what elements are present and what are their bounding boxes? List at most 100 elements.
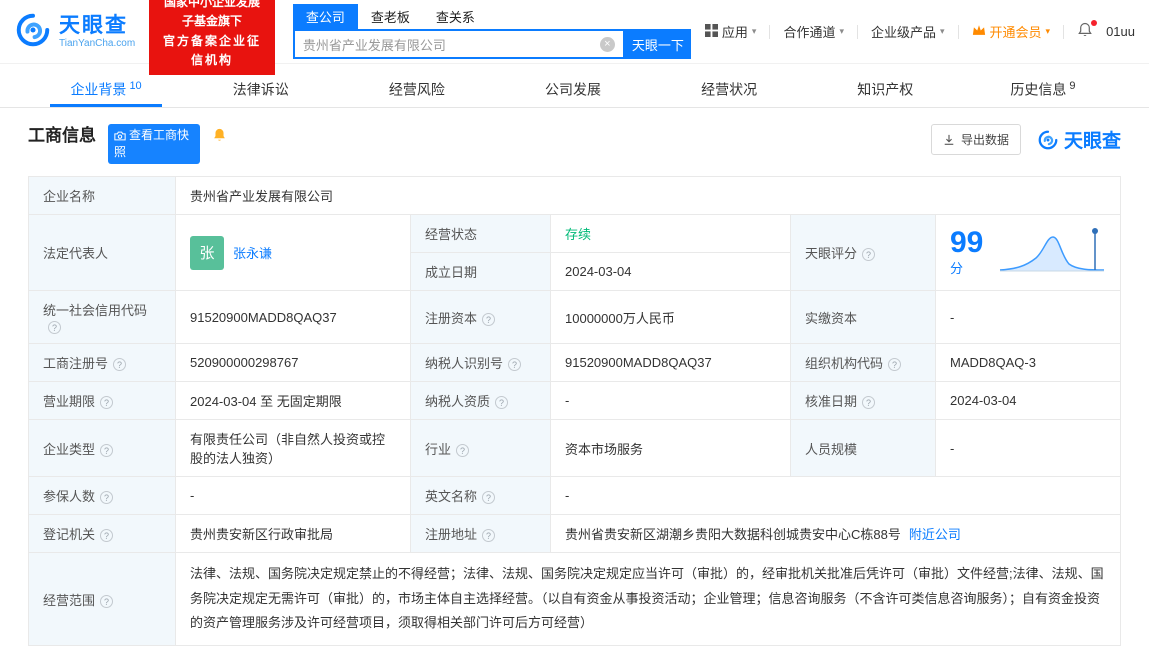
export-data-button[interactable]: 导出数据 xyxy=(930,124,1021,155)
monitor-bell-icon[interactable] xyxy=(212,127,227,146)
help-icon[interactable]: ? xyxy=(113,358,127,371)
field-label: 成立日期 xyxy=(410,252,551,291)
legal-rep-cell: 张 张永谦 xyxy=(175,214,411,291)
table-row: 营业期限? 2024-03-04 至 无固定期限 纳税人资质? - 核准日期? … xyxy=(28,381,1121,420)
tab-label: 企业背景 xyxy=(70,81,127,98)
tab-label: 历史信息 xyxy=(1010,81,1067,98)
help-icon[interactable]: ? xyxy=(100,594,114,608)
export-label: 导出数据 xyxy=(960,133,1009,147)
help-icon[interactable]: ? xyxy=(456,443,470,457)
brand-name: 天眼查 xyxy=(59,14,128,38)
field-label: 经营范围? xyxy=(28,551,176,646)
field-label: 法定代表人 xyxy=(28,214,176,291)
tab-label: 经营状况 xyxy=(701,81,758,98)
table-row: 参保人数? - 英文名称? - xyxy=(28,476,1121,515)
search-tab-relation[interactable]: 查关系 xyxy=(423,4,488,29)
business-snapshot-button[interactable]: 查看工商快照 xyxy=(108,124,200,164)
notification-bell[interactable] xyxy=(1077,20,1098,41)
status-value: 存续 xyxy=(550,214,791,253)
chevron-down-icon: ▾ xyxy=(1045,26,1051,36)
help-icon[interactable]: ? xyxy=(100,491,114,504)
help-icon[interactable]: ? xyxy=(495,396,509,409)
tab-count: 9 xyxy=(1069,80,1076,92)
field-label: 核准日期? xyxy=(790,381,936,420)
chevron-down-icon: ▾ xyxy=(839,26,844,36)
table-row: 企业名称 贵州省产业发展有限公司 xyxy=(28,176,1121,215)
field-label: 组织机构代码? xyxy=(790,343,936,382)
tab-operating-risk[interactable]: 经营风险 xyxy=(340,64,496,107)
notification-dot xyxy=(1091,20,1098,26)
field-label: 注册资本? xyxy=(410,290,551,344)
company-name-value: 贵州省产业发展有限公司 xyxy=(175,176,1121,215)
help-icon[interactable]: ? xyxy=(888,358,902,371)
search-tab-boss[interactable]: 查老板 xyxy=(358,4,423,29)
nav-separator xyxy=(856,24,858,39)
help-icon[interactable]: ? xyxy=(482,491,496,504)
apps-grid-icon xyxy=(704,23,718,40)
tab-label: 公司发展 xyxy=(544,81,601,98)
nav-enterprise-label: 企业级产品 xyxy=(870,25,936,40)
field-label: 统一社会信用代码? xyxy=(28,290,176,344)
nav-enterprise-products[interactable]: 企业级产品 ▾ xyxy=(871,22,945,41)
search-area: 查公司 查老板 查关系 × 天眼一下 xyxy=(292,4,691,59)
section-title: 工商信息 xyxy=(28,126,96,145)
table-row: 经营范围? 法律、法规、国务院决定规定禁止的不得经营；法律、法规、国务院决定规定… xyxy=(28,551,1121,646)
tab-legal-proceedings[interactable]: 法律诉讼 xyxy=(184,64,340,107)
table-row: 法定代表人 张 张永谦 经营状态 存续 天眼评分? 99 分 xyxy=(28,214,1121,291)
table-row: 企业类型? 有限责任公司（非自然人投资或控股的法人独资） 行业? 资本市场服务 … xyxy=(28,419,1121,477)
tab-company-background[interactable]: 企业背景 10 xyxy=(28,64,184,107)
legal-rep-link[interactable]: 张永谦 xyxy=(233,243,272,262)
search-box: × xyxy=(292,29,625,59)
search-tab-company[interactable]: 查公司 xyxy=(292,4,358,29)
search-input[interactable] xyxy=(294,36,600,52)
tianyancha-logo[interactable]: 天眼查 TianYanCha.com xyxy=(14,11,135,52)
establish-date-value: 2024-03-04 xyxy=(550,252,791,291)
table-row: 登记机关? 贵州贵安新区行政审批局 注册地址? 贵州省贵安新区湖潮乡贵阳大数据科… xyxy=(28,514,1121,553)
business-scope-value: 法律、法规、国务院决定规定禁止的不得经营；法律、法规、国务院决定规定应当许可（审… xyxy=(175,551,1121,646)
search-button[interactable]: 天眼一下 xyxy=(624,29,691,59)
help-icon[interactable]: ? xyxy=(482,312,496,326)
field-label: 英文名称? xyxy=(410,476,551,515)
help-icon[interactable]: ? xyxy=(100,529,114,542)
chevron-down-icon: ▾ xyxy=(940,26,945,36)
help-icon[interactable]: ? xyxy=(862,396,876,409)
tab-operating-status[interactable]: 经营状况 xyxy=(653,64,809,107)
field-label: 企业类型? xyxy=(28,419,176,477)
field-label: 人员规模 xyxy=(790,419,936,477)
legal-rep-avatar[interactable]: 张 xyxy=(190,235,224,270)
tab-company-development[interactable]: 公司发展 xyxy=(496,64,652,107)
taxpayer-quality-value: - xyxy=(550,381,791,420)
help-icon[interactable]: ? xyxy=(100,396,114,409)
field-label: 纳税人资质? xyxy=(410,381,551,420)
approval-date-value: 2024-03-04 xyxy=(935,381,1121,420)
help-icon[interactable]: ? xyxy=(482,529,496,542)
nav-vip-upgrade[interactable]: 开通会员 ▾ xyxy=(972,22,1051,41)
gov-badge-line1: 国家中小企业发展子基金旗下 xyxy=(164,0,261,29)
taxpayer-id-value: 91520900MADD8QAQ37 xyxy=(550,343,791,382)
user-menu[interactable]: 01uu xyxy=(1106,24,1135,39)
watermark-logo: 天眼查 xyxy=(1037,126,1121,153)
watermark-text: 天眼查 xyxy=(1063,131,1121,152)
nav-apps-label: 应用 xyxy=(721,25,748,40)
tab-history-info[interactable]: 历史信息 9 xyxy=(965,64,1121,107)
help-icon[interactable]: ? xyxy=(862,248,876,261)
field-label: 注册地址? xyxy=(410,514,551,553)
business-info-header: 工商信息 查看工商快照 导出数据 天眼查 xyxy=(28,124,1121,164)
nav-cooperation-label: 合作通道 xyxy=(783,25,836,40)
nav-apps[interactable]: 应用 ▾ xyxy=(704,22,756,41)
field-label: 天眼评分? xyxy=(790,214,936,291)
tab-intellectual-property[interactable]: 知识产权 xyxy=(809,64,965,107)
help-icon[interactable]: ? xyxy=(48,321,61,334)
top-nav: 应用 ▾ 合作通道 ▾ 企业级产品 ▾ 开通会员 ▾ 01uu xyxy=(704,20,1135,41)
brand-domain: TianYanCha.com xyxy=(59,37,136,49)
clear-icon[interactable]: × xyxy=(599,36,615,52)
reg-capital-value: 10000000万人民币 xyxy=(550,290,791,344)
reg-number-value: 520900000298767 xyxy=(175,343,411,382)
nearby-companies-link[interactable]: 附近公司 xyxy=(909,527,961,542)
help-icon[interactable]: ? xyxy=(508,358,522,371)
camera-icon xyxy=(114,131,126,141)
nav-cooperation[interactable]: 合作通道 ▾ xyxy=(783,22,844,41)
crown-icon xyxy=(972,24,986,39)
help-icon[interactable]: ? xyxy=(100,443,114,457)
table-row: 统一社会信用代码? 91520900MADD8QAQ37 注册资本? 10000… xyxy=(28,290,1121,344)
